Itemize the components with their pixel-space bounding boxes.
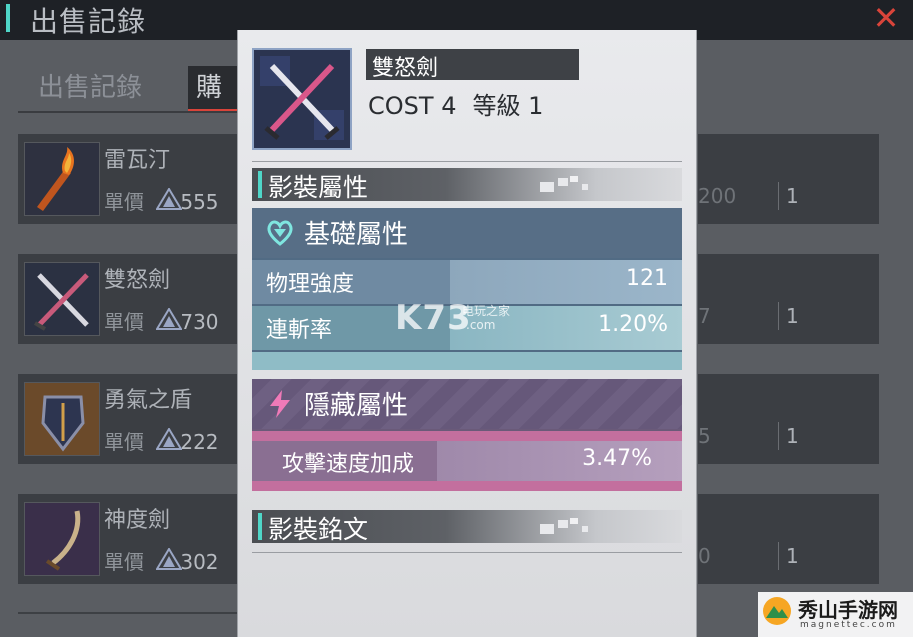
close-icon[interactable]: ✕ [869, 2, 903, 36]
row-divider [778, 422, 779, 450]
item-icon-twin-swords [252, 48, 352, 150]
list-item-right: 200 1 [698, 134, 879, 224]
hidden-attributes-panel: 隱藏屬性 攻擊速度加成 3.47% [252, 379, 682, 491]
triangle-crystal-icon [156, 308, 182, 330]
stat-value: 3.47% [582, 446, 652, 471]
stat-value: 1.20% [598, 312, 668, 337]
triangle-crystal-icon [156, 188, 182, 210]
site-watermark-url: magnettec.com [800, 620, 897, 630]
unit-price: 單價 302 [104, 546, 219, 575]
site-watermark-title: 秀山手游网 [798, 598, 898, 622]
list-item-right: 5 1 [698, 374, 879, 464]
unit-price-label: 單價 [104, 310, 144, 334]
row-divider [778, 542, 779, 570]
list-item[interactable]: 神度劍 單價 302 [18, 494, 240, 584]
unit-price-value: 302 [180, 550, 219, 574]
unit-price-label: 單價 [104, 550, 144, 574]
level-label: 等級 [472, 92, 521, 120]
pixel-deco-icon [540, 176, 588, 192]
hidden-attributes-header: 隱藏屬性 [252, 379, 682, 429]
unit-price-value: 730 [180, 310, 219, 334]
item-name-title: 雙怒劍 [372, 56, 439, 81]
tab-sales-records[interactable]: 出售記錄 [38, 66, 142, 112]
hidden-attributes-title: 隱藏屬性 [304, 391, 409, 421]
hidden-panel-footer [252, 481, 682, 491]
basic-attributes-title: 基礎屬性 [304, 220, 409, 250]
lightning-icon [270, 390, 290, 418]
inscription-section-header: 影裝銘文 [252, 510, 682, 544]
basic-panel-footer [252, 352, 682, 370]
level-value: 1 [528, 92, 544, 120]
item-name: 雷瓦汀 [104, 148, 171, 173]
stat-name: 物理強度 [266, 272, 355, 297]
tab-purchase-records[interactable]: 購 [188, 66, 238, 112]
section-accent [258, 171, 262, 198]
row-quantity: 1 [786, 424, 799, 448]
popup-divider [252, 161, 682, 162]
triangle-crystal-icon [156, 428, 182, 450]
item-thumbnail-twin-swords [24, 262, 100, 336]
cost-label: COST [368, 92, 434, 120]
basic-attributes-panel: 基礎屬性 物理強度 121 連斬率 1.20% [252, 208, 682, 370]
unit-price-value: 222 [180, 430, 219, 454]
attributes-section-header: 影裝屬性 [252, 168, 682, 202]
row-value: 200 [698, 184, 737, 208]
stat-name: 連斬率 [266, 318, 333, 343]
pixel-deco-icon [540, 518, 588, 534]
hidden-panel-strip [252, 431, 682, 441]
list-item[interactable]: 雙怒劍 單價 730 [18, 254, 240, 344]
item-name: 雙怒劍 [104, 268, 171, 293]
stat-row: 攻擊速度加成 3.47% [252, 441, 682, 481]
popup-divider [252, 552, 682, 553]
list-item[interactable]: 勇氣之盾 單價 222 [18, 374, 240, 464]
list-item-right: 7 1 [698, 254, 879, 344]
item-thumbnail-shield [24, 382, 100, 456]
unit-price: 單價 222 [104, 426, 219, 455]
row-quantity: 1 [786, 544, 799, 568]
unit-price: 單價 730 [104, 306, 219, 335]
section-accent [258, 513, 262, 540]
item-thumbnail-flame-sword [24, 142, 100, 216]
triangle-crystal-icon [156, 548, 182, 570]
list-item[interactable]: 雷瓦汀 單價 555 [18, 134, 240, 224]
list-item-right: 0 1 [698, 494, 879, 584]
list-bottom-divider [18, 612, 238, 614]
stat-name: 攻擊速度加成 [282, 452, 415, 477]
row-quantity: 1 [786, 184, 799, 208]
site-watermark: 秀山手游网 magnettec.com [758, 592, 913, 637]
unit-price-label: 單價 [104, 190, 144, 214]
cost-value: 4 [441, 92, 457, 120]
k73-watermark-sub: 电玩之家 [462, 304, 511, 318]
cost-level-line: COST 4 等級 1 [368, 86, 543, 121]
item-name: 神度劍 [104, 508, 171, 533]
unit-price: 單價 555 [104, 186, 219, 215]
row-divider [778, 302, 779, 330]
item-name-bar: 雙怒劍 [366, 49, 579, 81]
item-thumbnail-divine-sword [24, 502, 100, 576]
attributes-section-title: 影裝屬性 [268, 173, 369, 202]
unit-price-value: 555 [180, 190, 219, 214]
screen-title: 出售記錄 [30, 5, 147, 38]
item-name: 勇氣之盾 [104, 388, 193, 413]
stat-value: 121 [626, 266, 668, 291]
k73-watermark: K73 [395, 298, 472, 338]
title-accent [6, 4, 10, 32]
inscription-section-title: 影裝銘文 [268, 515, 369, 544]
row-divider [778, 182, 779, 210]
k73-watermark-domain: .com [466, 318, 496, 332]
tab-divider [18, 111, 238, 113]
row-value: 5 [698, 424, 711, 448]
heart-shield-icon [267, 220, 293, 246]
row-quantity: 1 [786, 304, 799, 328]
mountain-logo-icon [763, 597, 791, 625]
unit-price-label: 單價 [104, 430, 144, 454]
basic-attributes-header: 基礎屬性 [252, 208, 682, 258]
row-value: 0 [698, 544, 711, 568]
row-value: 7 [698, 304, 711, 328]
